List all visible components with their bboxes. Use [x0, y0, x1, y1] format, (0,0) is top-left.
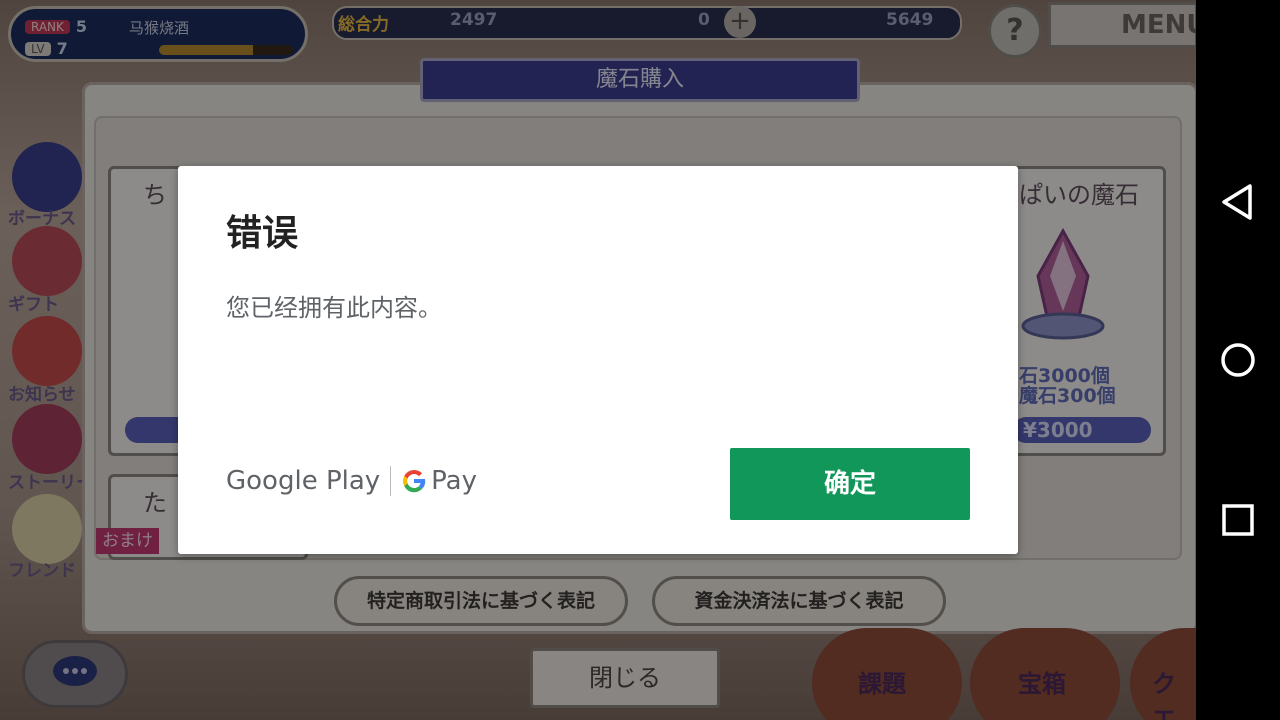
confirm-button[interactable]: 确定 — [730, 448, 970, 520]
android-nav-bar — [1196, 0, 1280, 720]
dialog-title: 错误 — [226, 213, 299, 254]
brand-divider — [390, 466, 392, 496]
google-play-gpay-brand: Google Play Pay — [226, 466, 477, 496]
gpay-wordmark: Pay — [431, 466, 478, 496]
google-play-wordmark: Google Play — [226, 466, 381, 496]
back-icon[interactable] — [1216, 180, 1260, 224]
google-g-icon — [403, 469, 426, 493]
home-icon[interactable] — [1216, 338, 1260, 382]
dialog-message: 您已经拥有此内容。 — [226, 294, 442, 322]
recents-icon[interactable] — [1216, 498, 1260, 542]
error-dialog: 错误 您已经拥有此内容。 Google Play Pay 确定 — [178, 166, 1018, 554]
